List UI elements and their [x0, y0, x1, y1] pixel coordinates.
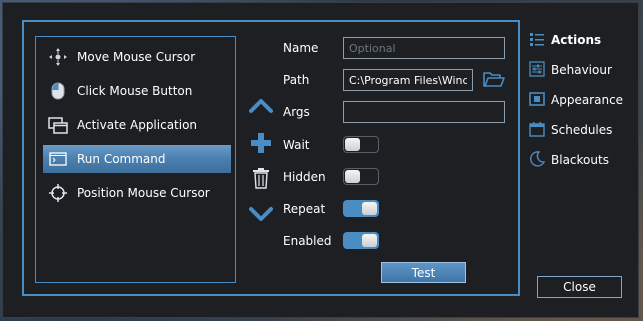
- chevron-down-icon: [249, 207, 273, 221]
- terminal-icon: [47, 148, 69, 170]
- enabled-toggle[interactable]: [343, 232, 379, 249]
- nav-item-label: Schedules: [551, 123, 613, 137]
- nav-item-behaviour[interactable]: Behaviour: [529, 60, 612, 80]
- sliders-icon: [529, 60, 545, 80]
- args-input[interactable]: [343, 101, 505, 123]
- action-list[interactable]: Move Mouse Cursor Click Mouse Button Act…: [35, 36, 236, 283]
- toggle-knob: [362, 234, 377, 247]
- nav-item-schedules[interactable]: Schedules: [529, 120, 612, 140]
- list-icon: [529, 31, 545, 50]
- plus-icon: [251, 133, 271, 153]
- nav-item-actions[interactable]: Actions: [529, 30, 601, 50]
- hidden-label: Hidden: [283, 170, 326, 184]
- crosshair-icon: [47, 182, 69, 204]
- action-item-position-mouse-cursor[interactable]: Position Mouse Cursor: [43, 179, 231, 207]
- action-item-click-mouse-button[interactable]: Click Mouse Button: [43, 77, 231, 105]
- windows-icon: [47, 114, 69, 136]
- moon-icon: [529, 150, 546, 170]
- path-input[interactable]: [343, 69, 473, 91]
- nav-item-label: Actions: [551, 33, 602, 47]
- action-item-label: Click Mouse Button: [77, 84, 193, 98]
- calendar-icon: [529, 121, 545, 140]
- repeat-toggle[interactable]: [343, 200, 379, 217]
- move-down-button[interactable]: [248, 202, 274, 226]
- action-item-label: Activate Application: [77, 118, 198, 132]
- action-item-label: Run Command: [77, 152, 166, 166]
- action-item-label: Position Mouse Cursor: [77, 186, 210, 200]
- action-item-move-mouse-cursor[interactable]: Move Mouse Cursor: [43, 43, 231, 71]
- move-up-button[interactable]: [248, 94, 274, 118]
- args-label: Args: [283, 105, 310, 119]
- monitor-icon: [529, 91, 545, 110]
- wait-label: Wait: [283, 138, 310, 152]
- browse-folder-button[interactable]: [483, 71, 505, 89]
- nav-item-appearance[interactable]: Appearance: [529, 90, 623, 110]
- trash-icon: [253, 168, 269, 189]
- nav-item-label: Blackouts: [551, 153, 609, 167]
- toggle-knob: [345, 138, 360, 151]
- name-label: Name: [283, 41, 319, 55]
- hidden-toggle[interactable]: [343, 168, 379, 185]
- nav-item-blackouts[interactable]: Blackouts: [529, 150, 609, 170]
- action-item-run-command[interactable]: Run Command: [43, 145, 231, 173]
- toggle-knob: [362, 202, 377, 215]
- close-button[interactable]: Close: [537, 276, 622, 298]
- nav-item-label: Behaviour: [551, 63, 612, 77]
- folder-icon: [483, 72, 505, 87]
- toggle-knob: [345, 170, 360, 183]
- mouse-icon: [47, 80, 69, 102]
- action-item-label: Move Mouse Cursor: [77, 50, 196, 64]
- nav-item-label: Appearance: [551, 93, 624, 107]
- chevron-up-icon: [249, 99, 273, 113]
- move-cursor-icon: [47, 46, 69, 68]
- wait-toggle[interactable]: [343, 136, 379, 153]
- name-input[interactable]: [343, 37, 505, 59]
- action-item-activate-application[interactable]: Activate Application: [43, 111, 231, 139]
- add-action-button[interactable]: [248, 131, 274, 155]
- path-label: Path: [283, 73, 310, 87]
- test-button[interactable]: Test: [381, 262, 466, 283]
- enabled-label: Enabled: [283, 234, 332, 248]
- delete-action-button[interactable]: [248, 166, 274, 190]
- repeat-label: Repeat: [283, 202, 326, 216]
